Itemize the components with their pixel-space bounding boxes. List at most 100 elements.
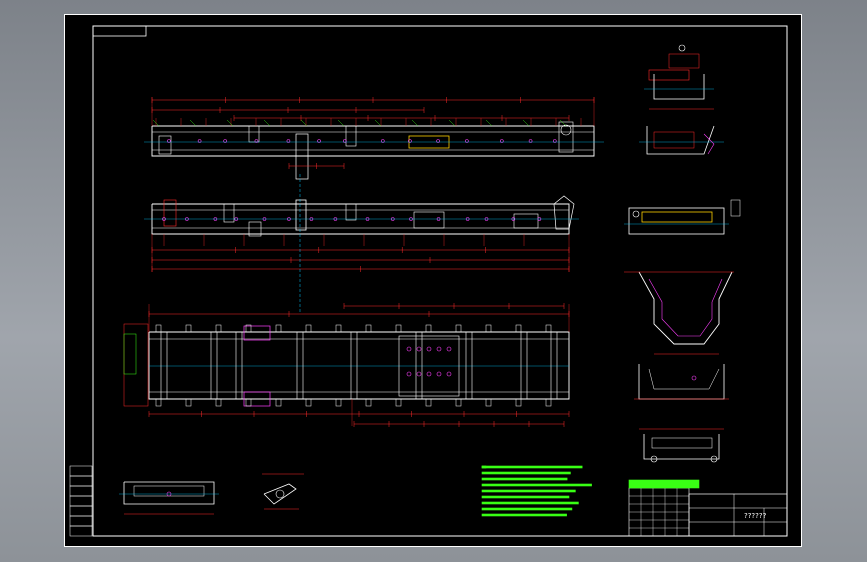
- bolt-hole: [436, 346, 442, 352]
- leader: [448, 119, 456, 127]
- note-line: [481, 513, 567, 517]
- mount-tab: [215, 398, 222, 407]
- mount-tab: [275, 324, 282, 333]
- crossmember: [520, 331, 528, 400]
- mount-tab: [395, 324, 402, 333]
- mount-tab: [425, 398, 432, 407]
- bolt-hole: [406, 371, 412, 377]
- margin-cell: [69, 465, 93, 477]
- bolt-hole: [426, 346, 432, 352]
- note-line: [481, 495, 570, 499]
- title-block-outline: [688, 493, 788, 537]
- title-note: [628, 479, 700, 489]
- margin-cell: [69, 515, 93, 527]
- mount-tab: [515, 398, 522, 407]
- section-outline: [646, 125, 715, 155]
- corner-label-box: [92, 25, 147, 37]
- note-line: [481, 489, 576, 493]
- mount-tab: [515, 324, 522, 333]
- margin-cell: [69, 475, 93, 487]
- crossmember: [350, 331, 358, 400]
- mount-tab: [185, 324, 192, 333]
- section-outline: [653, 74, 705, 100]
- section-dim-box: [648, 69, 690, 81]
- front-note: [123, 333, 137, 375]
- section-plate: [651, 437, 713, 449]
- revision-table: [628, 487, 690, 537]
- note-line: [481, 471, 571, 475]
- section-header-dim: [668, 53, 700, 69]
- mount-tab: [305, 398, 312, 407]
- mount-tab: [245, 398, 252, 407]
- mount-tab: [305, 324, 312, 333]
- inner-border: [92, 25, 788, 537]
- margin-cell: [69, 525, 93, 537]
- mount-tab: [485, 398, 492, 407]
- leader: [485, 119, 493, 127]
- drawing-sheet[interactable]: ??????: [64, 14, 802, 547]
- crossmember: [296, 331, 304, 400]
- mount-tab: [395, 398, 402, 407]
- note-line: [481, 501, 579, 505]
- bracket-left: [243, 325, 271, 341]
- bolt-hole: [406, 346, 412, 352]
- mount-tab: [365, 398, 372, 407]
- bolt-hole: [436, 371, 442, 377]
- section-marker: [632, 210, 640, 218]
- rear-hanger-eye: [560, 124, 572, 136]
- section-b-b-view[interactable]: [639, 125, 724, 155]
- plan-view[interactable]: [123, 303, 570, 427]
- bracket: [345, 203, 357, 221]
- margin-cell: [69, 495, 93, 507]
- leader: [226, 119, 234, 127]
- rear-hanger: [558, 121, 574, 153]
- side-elevation-view[interactable]: [144, 97, 604, 180]
- detail-outline: [263, 483, 297, 505]
- section-a-a-view[interactable]: [644, 44, 714, 110]
- drawing-title: ??????: [744, 512, 767, 520]
- detail-h-view[interactable]: [262, 473, 304, 510]
- frame-rail-outline: [151, 125, 595, 157]
- mount-tab: [455, 398, 462, 407]
- leader: [559, 119, 567, 127]
- mount-tab: [335, 324, 342, 333]
- detail-g-view[interactable]: [119, 481, 219, 515]
- bolt-hole: [691, 375, 697, 381]
- crossmember: [160, 331, 168, 400]
- front-elevation-view[interactable]: [144, 174, 579, 314]
- bolt-hole: [426, 371, 432, 377]
- crossmember: [210, 331, 218, 400]
- leader: [263, 119, 271, 127]
- section-f-f-view[interactable]: [639, 428, 724, 463]
- section-plate: [641, 211, 713, 223]
- note-bullet: [481, 465, 487, 469]
- note-line: [481, 477, 568, 481]
- section-inner: [648, 368, 720, 390]
- bracket: [223, 203, 235, 223]
- section-table: [730, 199, 741, 217]
- crossmember: [415, 331, 423, 400]
- margin-cell: [69, 505, 93, 517]
- section-e-e-view[interactable]: [634, 364, 729, 400]
- sheet-frame: [64, 14, 802, 547]
- leader: [374, 119, 382, 127]
- mount-tab: [545, 398, 552, 407]
- mount-tab: [455, 324, 462, 333]
- mount-tab: [365, 324, 372, 333]
- frame-plan-outline: [148, 331, 570, 400]
- rear-bracket: [513, 213, 539, 229]
- bracket: [345, 125, 357, 147]
- section-c-c-view[interactable]: [624, 199, 741, 235]
- note-line: [481, 483, 592, 487]
- crossmember: [550, 331, 558, 400]
- center-bracket: [295, 199, 307, 231]
- cad-canvas[interactable]: ??????: [64, 14, 802, 547]
- leader: [337, 119, 345, 127]
- leader: [522, 119, 530, 127]
- front-hanger: [158, 135, 172, 155]
- section-d-d-view[interactable]: [624, 271, 734, 355]
- center-bracket: [295, 133, 309, 180]
- bolt-hole: [446, 371, 452, 377]
- mount-tab: [545, 324, 552, 333]
- mount-tab: [485, 324, 492, 333]
